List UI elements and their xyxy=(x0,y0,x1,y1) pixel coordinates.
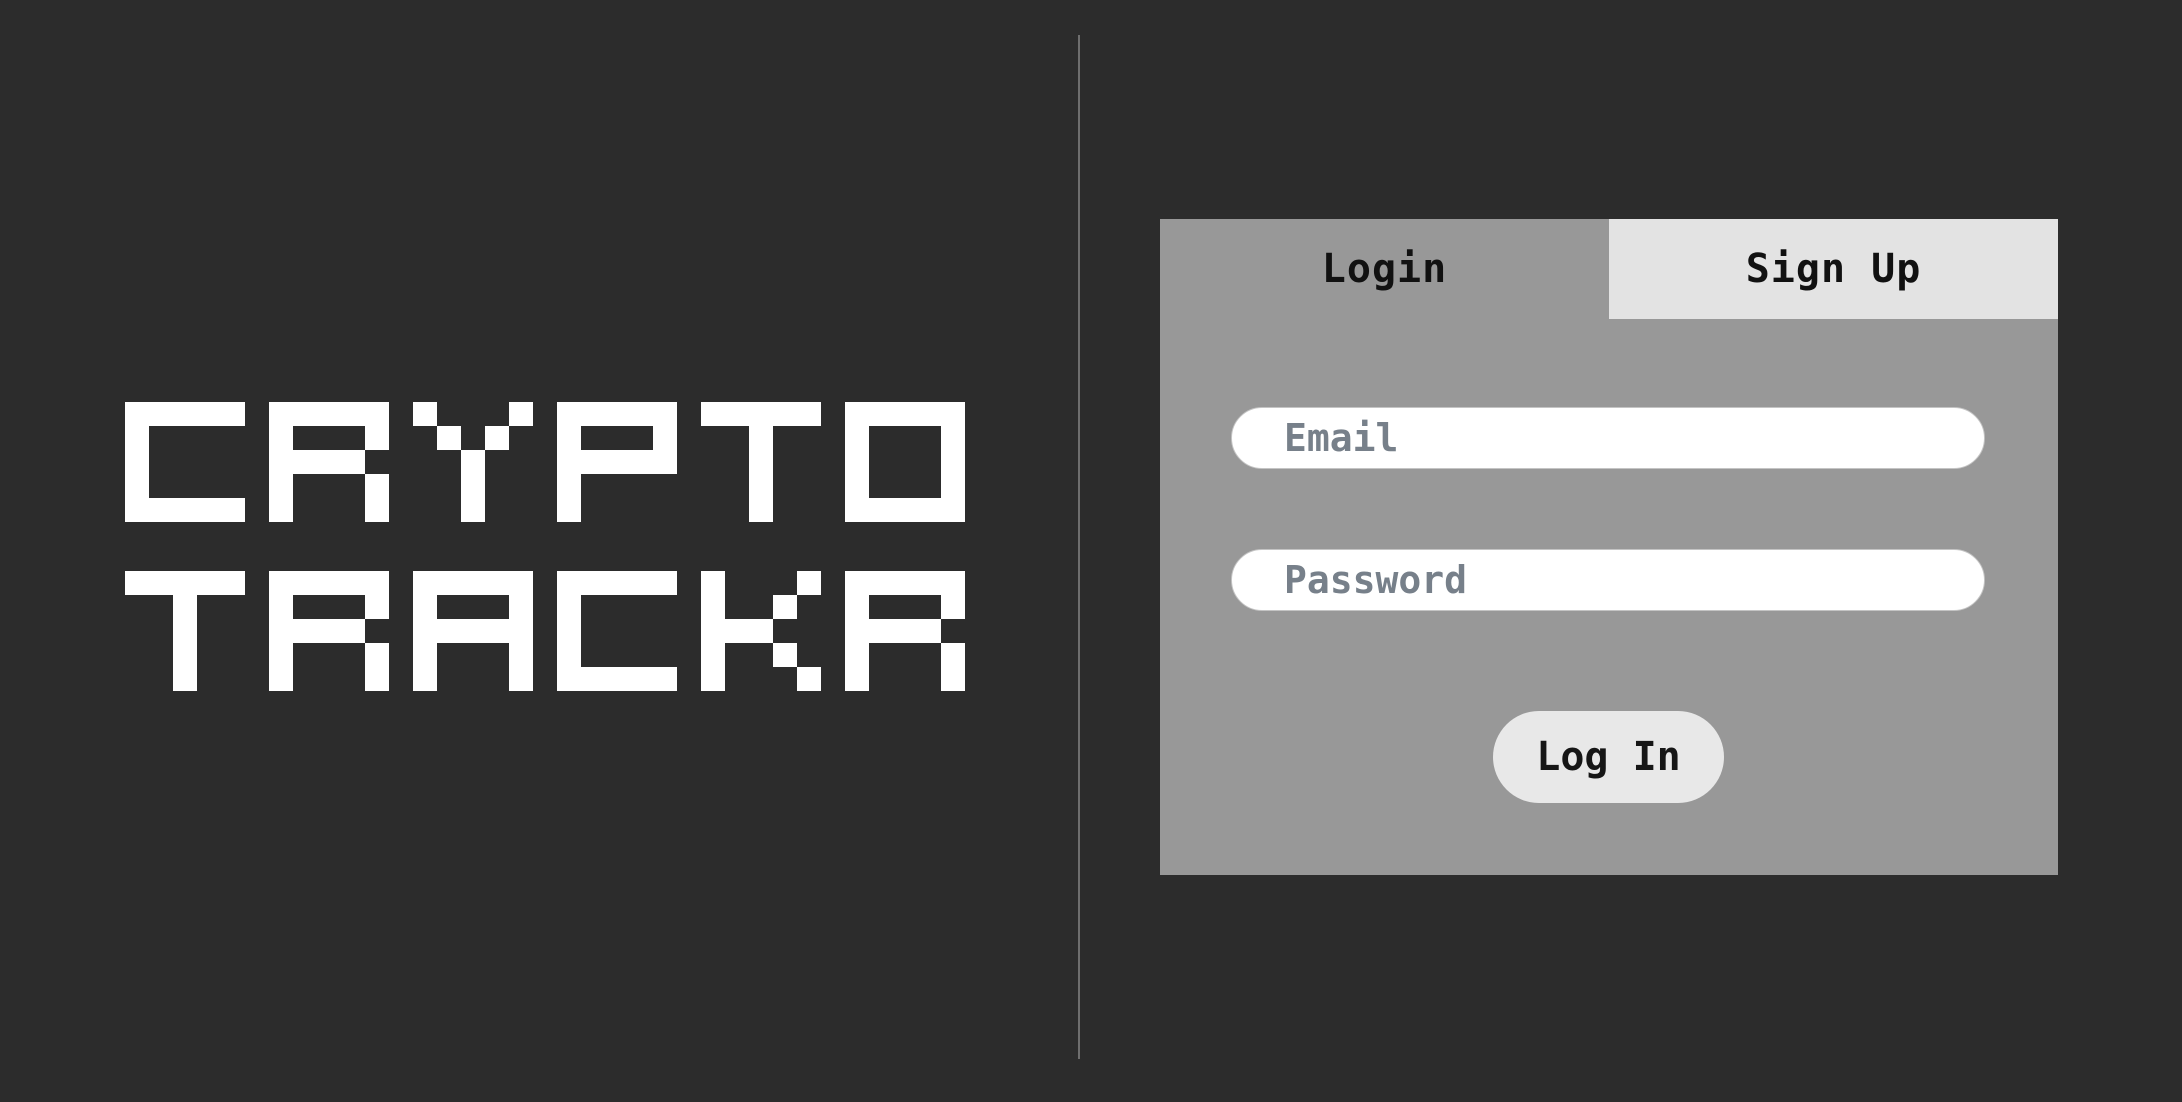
logo-line-2 xyxy=(125,571,965,691)
logo-line-1 xyxy=(125,402,965,522)
tab-login[interactable]: Login xyxy=(1160,219,1609,319)
tab-sign-up[interactable]: Sign Up xyxy=(1609,219,2058,319)
logo-letter-r xyxy=(269,571,389,691)
logo-letter-p xyxy=(557,402,677,522)
logo-letter-t xyxy=(125,571,245,691)
vertical-divider xyxy=(1078,35,1080,1059)
logo-letter-a xyxy=(413,571,533,691)
logo-letter-r xyxy=(845,571,965,691)
logo-letter-t xyxy=(701,402,821,522)
logo-letter-r xyxy=(269,402,389,522)
logo-letter-c xyxy=(557,571,677,691)
auth-tabs: Login Sign Up xyxy=(1160,219,2058,319)
app-logo xyxy=(125,402,965,691)
email-input[interactable] xyxy=(1231,407,1985,469)
logo-letter-y xyxy=(413,402,533,522)
logo-letter-k xyxy=(701,571,821,691)
log-in-button[interactable]: Log In xyxy=(1493,711,1724,803)
logo-letter-c xyxy=(125,402,245,522)
logo-letter-o xyxy=(845,402,965,522)
password-input[interactable] xyxy=(1231,549,1985,611)
auth-panel: Login Sign Up Log In xyxy=(1160,219,2058,875)
